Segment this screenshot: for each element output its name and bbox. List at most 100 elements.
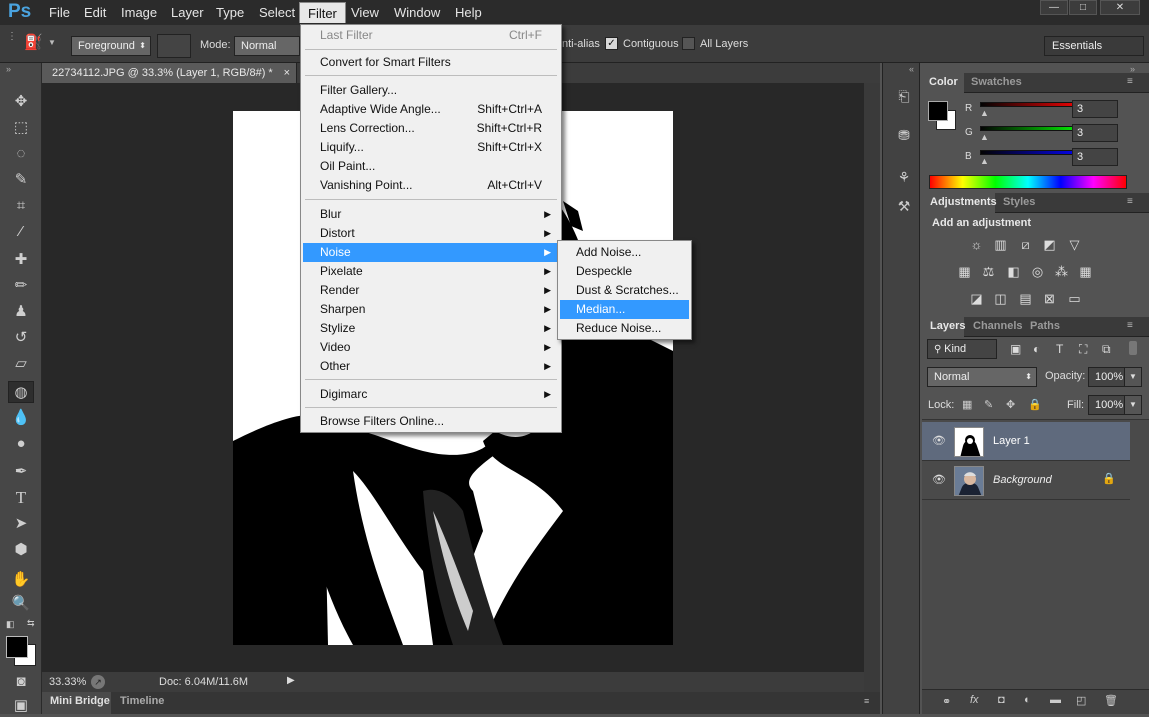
pen-tool-icon[interactable]: ✒ <box>8 461 34 483</box>
swap-colors-icon[interactable]: ⇆ <box>27 618 35 629</box>
layer-name[interactable]: Layer 1 <box>993 435 1030 447</box>
layer-style-icon[interactable]: fx <box>970 694 979 706</box>
marquee-tool-icon[interactable]: ⬚ <box>8 117 34 139</box>
new-adjustment-layer-icon[interactable]: ◐ <box>1024 694 1031 706</box>
r-value-field[interactable]: 3 <box>1072 100 1118 118</box>
document-tab[interactable]: 22734112.JPG @ 33.3% (Layer 1, RGB/8#) *… <box>42 63 297 83</box>
menu-item-stylize[interactable]: Stylize ▶ <box>303 319 559 338</box>
new-layer-icon[interactable]: ◰ <box>1076 694 1086 707</box>
g-slider-handle-icon[interactable]: ▲ <box>980 132 989 142</box>
properties-panel-icon[interactable]: ⛃ <box>893 127 915 147</box>
menu-image[interactable]: Image <box>121 5 157 20</box>
layer-filter-kind-select[interactable]: ⚲ Kind <box>927 339 997 359</box>
submenu-item-add-noise[interactable]: Add Noise... <box>560 243 689 262</box>
type-tool-icon[interactable]: T <box>8 487 34 509</box>
black-white-icon[interactable]: ◧ <box>1005 264 1022 279</box>
crop-tool-icon[interactable]: ⌗ <box>8 195 34 217</box>
tool-preset-chevron-icon[interactable]: ▼ <box>48 38 56 47</box>
zoom-tool-icon[interactable]: 🔍 <box>8 593 34 615</box>
panel-menu-icon[interactable]: ≡ <box>1127 76 1133 87</box>
brightness-contrast-icon[interactable]: ☼ <box>968 237 985 252</box>
tab-swatches[interactable]: Swatches <box>971 76 1022 88</box>
menu-item-last-filter[interactable]: Last Filter Ctrl+F <box>303 26 559 45</box>
tool-presets-icon[interactable]: ⚒ <box>893 198 915 218</box>
contiguous-checkbox[interactable]: ✓ <box>605 37 618 50</box>
r-slider[interactable] <box>980 102 1086 107</box>
menu-item-other[interactable]: Other ▶ <box>303 357 559 376</box>
paint-bucket-tool-icon[interactable]: ◍ <box>8 381 34 403</box>
vibrance-icon[interactable]: ▽ <box>1066 237 1083 252</box>
maximize-button[interactable]: □ <box>1069 0 1097 15</box>
eyedropper-tool-icon[interactable]: ⁄ <box>8 221 34 243</box>
zoom-level[interactable]: 33.33% <box>49 676 86 688</box>
layer-row[interactable]: 👁 Background 🔒 <box>922 461 1130 500</box>
lock-transparent-icon[interactable]: ▦ <box>962 398 972 411</box>
eraser-tool-icon[interactable]: ▱ <box>8 353 34 375</box>
selective-color-icon[interactable]: ⊠ <box>1041 291 1058 306</box>
vertical-scrollbar[interactable] <box>864 83 880 692</box>
history-panel-icon[interactable]: ⎗ <box>893 88 915 108</box>
layer-name[interactable]: Background <box>993 474 1052 486</box>
invert-icon[interactable]: ◪ <box>968 291 985 306</box>
blend-mode-select[interactable]: Normal ⬍ <box>927 367 1037 387</box>
lock-all-icon[interactable]: 🔒 <box>1028 398 1042 411</box>
menu-item-oil-paint[interactable]: Oil Paint... <box>303 157 559 176</box>
tab-adjustments[interactable]: Adjustments <box>930 196 997 208</box>
tab-layers[interactable]: Layers <box>930 320 965 332</box>
layer-row[interactable]: 👁 Layer 1 <box>922 422 1130 461</box>
foreground-color-swatch[interactable] <box>6 636 28 658</box>
tab-mini-bridge[interactable]: Mini Bridge <box>50 695 110 707</box>
filter-type-icon[interactable]: T <box>1056 342 1063 356</box>
filter-smart-object-icon[interactable]: ⧉ <box>1102 342 1111 357</box>
channel-mixer-icon[interactable]: ⁂ <box>1053 264 1070 279</box>
tab-timeline[interactable]: Timeline <box>120 695 164 707</box>
dodge-tool-icon[interactable]: ● <box>8 433 34 455</box>
b-slider[interactable] <box>980 150 1086 155</box>
close-document-icon[interactable]: × <box>284 63 290 83</box>
gradient-map-icon[interactable]: ▭ <box>1066 291 1083 306</box>
panel-menu-icon[interactable]: ≡ <box>864 696 869 706</box>
menu-select[interactable]: Select <box>259 5 295 20</box>
lock-position-icon[interactable]: ✥ <box>1006 398 1015 411</box>
menu-item-distort[interactable]: Distort ▶ <box>303 224 559 243</box>
healing-brush-tool-icon[interactable]: ✚ <box>8 249 34 271</box>
tab-channels[interactable]: Channels <box>973 320 1023 332</box>
filter-toggle-switch[interactable] <box>1129 341 1137 355</box>
all-layers-checkbox[interactable] <box>682 37 695 50</box>
menu-item-convert-smart-filters[interactable]: Convert for Smart Filters <box>303 53 559 72</box>
menu-type[interactable]: Type <box>216 5 244 20</box>
path-selection-tool-icon[interactable]: ➤ <box>8 513 34 535</box>
paint-bucket-icon[interactable]: ⛽ <box>24 33 46 53</box>
threshold-icon[interactable]: ▤ <box>1017 291 1034 306</box>
delete-layer-icon[interactable]: 🗑 <box>1104 694 1118 707</box>
link-layers-icon[interactable]: ⚭ <box>942 695 951 708</box>
menu-item-pixelate[interactable]: Pixelate ▶ <box>303 262 559 281</box>
menu-item-filter-gallery[interactable]: Filter Gallery... <box>303 81 559 100</box>
mode-select[interactable]: Normal <box>234 36 300 56</box>
history-brush-tool-icon[interactable]: ↺ <box>8 327 34 349</box>
menu-item-lens-correction[interactable]: Lens Correction... Shift+Ctrl+R <box>303 119 559 138</box>
menu-layer[interactable]: Layer <box>171 5 204 20</box>
add-mask-icon[interactable]: ◘ <box>998 694 1005 706</box>
share-icon[interactable]: ↗ <box>91 675 105 689</box>
color-balance-icon[interactable]: ⚖ <box>980 264 997 279</box>
levels-icon[interactable]: ▥ <box>992 237 1009 252</box>
filter-adjustment-icon[interactable]: ◐ <box>1033 342 1040 356</box>
filter-shape-icon[interactable]: ⛶ <box>1079 342 1087 357</box>
g-slider[interactable] <box>980 126 1086 131</box>
menu-item-vanishing-point[interactable]: Vanishing Point... Alt+Ctrl+V <box>303 176 559 195</box>
shape-tool-icon[interactable]: ⬢ <box>8 539 34 561</box>
panel-menu-icon[interactable]: ≡ <box>1127 196 1133 207</box>
color-lookup-icon[interactable]: ▦ <box>1077 264 1094 279</box>
lock-image-icon[interactable]: ✎ <box>984 398 993 411</box>
blur-tool-icon[interactable]: 💧 <box>8 407 34 429</box>
tab-paths[interactable]: Paths <box>1030 320 1060 332</box>
posterize-icon[interactable]: ◫ <box>992 291 1009 306</box>
submenu-item-despeckle[interactable]: Despeckle <box>560 262 689 281</box>
pattern-picker[interactable] <box>157 34 191 58</box>
default-colors-icon[interactable]: ◧ <box>6 619 15 630</box>
menu-file[interactable]: File <box>49 5 70 20</box>
r-slider-handle-icon[interactable]: ▲ <box>980 108 989 118</box>
visibility-eye-icon[interactable]: 👁 <box>932 434 946 447</box>
brush-tool-icon[interactable]: ✏ <box>8 275 34 297</box>
